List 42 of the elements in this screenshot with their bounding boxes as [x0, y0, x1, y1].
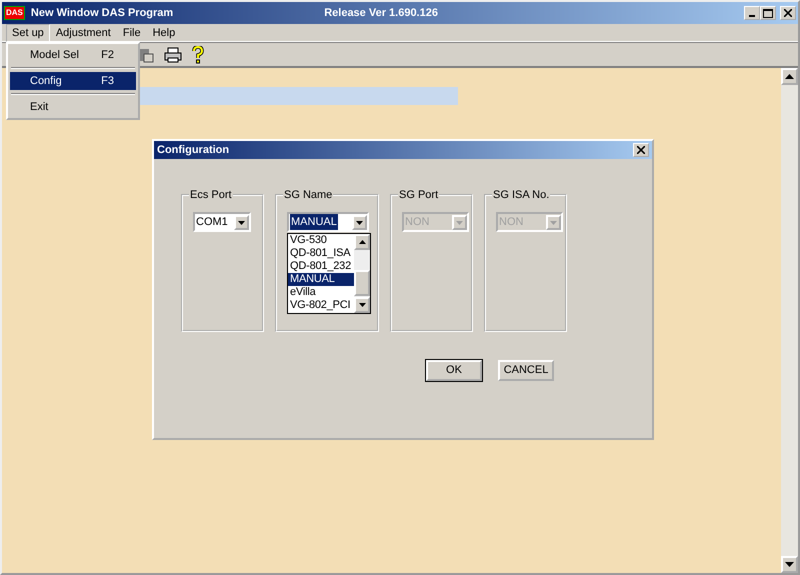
list-option[interactable]: MANUAL [288, 273, 354, 286]
minimize-button[interactable] [744, 6, 760, 20]
scroll-up-button[interactable] [781, 68, 798, 85]
list-scrollbar[interactable] [354, 234, 370, 313]
menu-item[interactable]: Model Sel F2 [10, 46, 136, 64]
menu-item[interactable]: Set up [6, 24, 50, 42]
close-button[interactable] [780, 6, 796, 20]
menu-label[interactable]: Config [30, 74, 62, 88]
list-option[interactable]: VG-802_PCI [288, 299, 354, 312]
down-arrow-icon [785, 562, 794, 568]
maximize-icon [763, 8, 773, 18]
close-icon [784, 9, 792, 17]
menu-item[interactable]: Adjustment [50, 24, 117, 42]
menu-item[interactable]: Help [146, 24, 182, 42]
list-option[interactable]: eVilla [288, 286, 354, 299]
dropdown-field[interactable]: COM1 [193, 212, 251, 232]
shortcut-label: F3 [101, 74, 114, 88]
down-arrow-icon [358, 303, 366, 307]
shortcut-label: F2 [101, 48, 114, 62]
up-arrow-icon [785, 74, 794, 80]
printer-icon [164, 46, 182, 62]
help-icon [192, 46, 204, 64]
dialog-button[interactable]: CANCEL [498, 360, 554, 381]
menu-item[interactable]: Exit [10, 98, 136, 116]
window-title: New Window DAS Program [30, 6, 174, 21]
close-icon [637, 146, 645, 154]
maximize-button[interactable] [760, 6, 776, 20]
dialog-button[interactable]: OK [426, 360, 482, 381]
list-option[interactable]: QD-801_232 [288, 260, 354, 273]
menu-label[interactable]: Model Sel [30, 48, 79, 62]
list-option[interactable]: VG-530 [288, 234, 354, 247]
release-version: Release Ver 1.690.126 [324, 6, 438, 21]
dropdown-field[interactable]: MANUAL [287, 212, 369, 232]
close-button[interactable] [633, 143, 649, 157]
dialog-title: Configuration [157, 142, 230, 158]
scroll-down-button[interactable] [781, 556, 798, 573]
up-arrow-icon [358, 240, 366, 244]
app-logo: DAS [4, 6, 25, 20]
menu-item[interactable]: File [116, 24, 147, 42]
list-option[interactable]: QD-801_ISA [288, 247, 354, 260]
menu-item[interactable]: Config F3 [10, 72, 136, 90]
scrollbar[interactable] [781, 68, 798, 573]
